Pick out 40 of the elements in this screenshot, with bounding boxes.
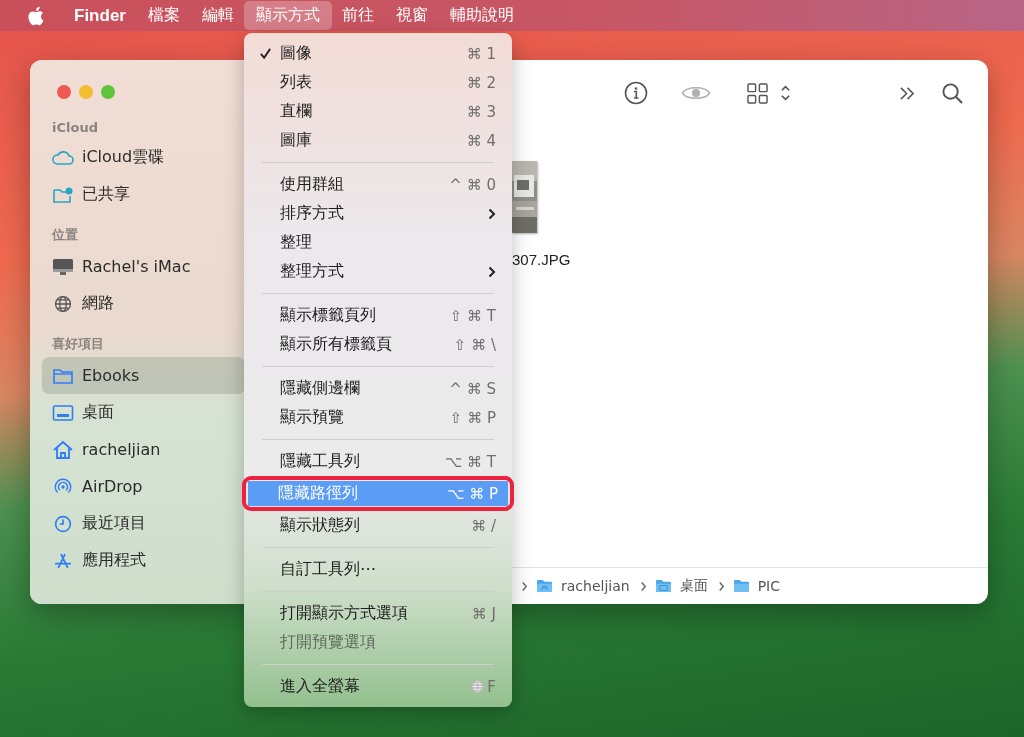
sidebar-item[interactable]: racheljian: [42, 431, 245, 468]
menu-item[interactable]: 整理: [250, 228, 506, 257]
file-name: 307.JPG: [512, 251, 571, 268]
menu-bar-item[interactable]: 編輯: [189, 1, 246, 30]
sidebar-item[interactable]: Ebooks: [42, 357, 245, 394]
menu-item[interactable]: 圖庫 ⌘ 4: [250, 126, 506, 155]
sidebar-item[interactable]: Rachel's iMac: [42, 248, 245, 285]
sidebar-item[interactable]: 應用程式: [42, 542, 245, 579]
sidebar-section-title: iCloud: [51, 119, 99, 137]
menu-item[interactable]: 整理方式: [250, 257, 506, 286]
menu-item[interactable]: 顯示所有標籤頁 ⇧ ⌘ \: [250, 330, 506, 359]
sidebar-section-title: 喜好項目: [51, 335, 105, 353]
sidebar-item[interactable]: 已共享: [42, 176, 245, 213]
sidebar-section-title: 位置: [50, 226, 79, 244]
menu-bar-item[interactable]: 前往: [329, 1, 386, 30]
menu-item[interactable]: 使用群組 ^ ⌘ 0: [250, 170, 506, 199]
sidebar-item[interactable]: 網路: [42, 285, 245, 322]
menu-item[interactable]: 圖像 ⌘ 1: [250, 39, 506, 68]
sidebar-item[interactable]: 桌面: [42, 394, 245, 431]
sidebar-item[interactable]: AirDrop: [42, 468, 245, 505]
menu-item[interactable]: 列表 ⌘ 2: [250, 68, 506, 97]
menu-item[interactable]: 顯示標籤頁列 ⇧ ⌘ T: [250, 301, 506, 330]
menu-bar-item[interactable]: 視窗: [383, 1, 440, 30]
menu-bar-item[interactable]: Finder: [62, 1, 138, 30]
path-item[interactable]: racheljian: [536, 578, 630, 594]
path-item[interactable]: PIC: [732, 578, 780, 594]
menu-item[interactable]: 隱藏工具列 ⌥ ⌘ T: [250, 447, 506, 476]
menu-item[interactable]: 排序方式: [250, 199, 506, 228]
menu-item[interactable]: 進入全螢幕 F: [250, 672, 506, 701]
menu-item[interactable]: 顯示預覽 ⇧ ⌘ P: [250, 403, 506, 432]
sidebar-item[interactable]: 最近項目: [42, 505, 245, 542]
menu-item[interactable]: 打開顯示方式選項 ⌘ J: [250, 599, 506, 628]
menu-item[interactable]: 隱藏側邊欄 ^ ⌘ S: [250, 374, 506, 403]
menu-bar-item[interactable]: 輔助說明: [437, 1, 526, 30]
menu-item[interactable]: 直欄 ⌘ 3: [250, 97, 506, 126]
sidebar-item[interactable]: iCloud雲碟: [42, 139, 245, 176]
menu-bar-item[interactable]: 檔案: [135, 1, 192, 30]
menu-item[interactable]: 顯示狀態列 ⌘ /: [250, 511, 506, 540]
menu-item[interactable]: 自訂工具列⋯: [250, 555, 506, 584]
path-item[interactable]: 桌面: [654, 577, 708, 595]
